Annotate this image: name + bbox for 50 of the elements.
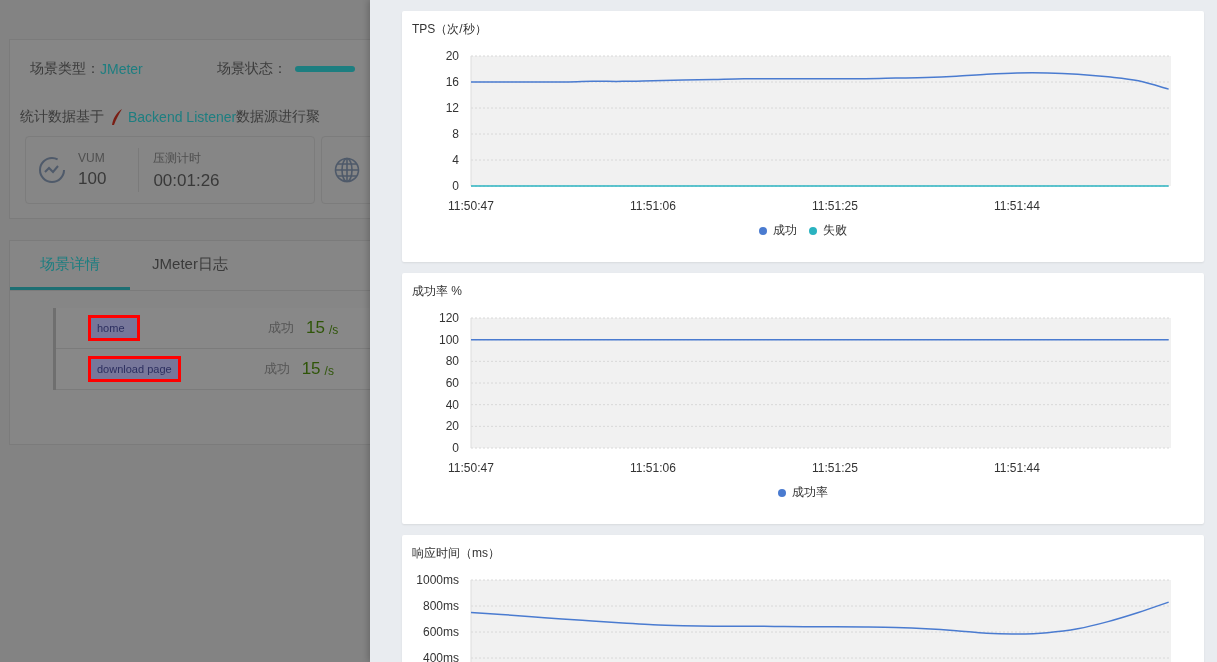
x-tick-label: 11:51:25 [812, 199, 858, 213]
y-tick-label: 120 [438, 311, 459, 325]
rate-unit: /s [328, 323, 339, 337]
y-tick-label: 800ms [422, 599, 459, 613]
y-tick-label: 600ms [422, 625, 459, 639]
status-bar [294, 66, 355, 72]
y-tick-label: 0 [452, 179, 459, 193]
legend-label: 成功率 [792, 484, 828, 501]
source-text: 数据源进行聚 [236, 108, 321, 126]
y-tick-label: 0 [452, 441, 459, 455]
x-tick-label: 11:51:44 [994, 199, 1040, 213]
request-rate: 15 [301, 359, 321, 379]
source-text: 统计数据基于 [20, 108, 104, 126]
y-tick-label: 60 [445, 376, 459, 390]
legend-label: 成功 [773, 222, 797, 239]
y-tick-label: 16 [445, 75, 459, 89]
x-tick-label: 11:51:06 [630, 199, 676, 213]
type-label: 场景类型： [30, 60, 100, 78]
x-tick-label: 11:51:25 [812, 461, 858, 475]
request-name: home [88, 315, 140, 341]
y-tick-label: 400ms [422, 651, 459, 662]
chart-title: 响应时间（ms） [411, 545, 501, 562]
rate-unit: /s [324, 364, 334, 378]
x-tick-label: 11:50:47 [448, 199, 494, 213]
y-tick-label: 20 [445, 49, 459, 63]
stat-value: 100 [78, 169, 107, 189]
y-tick-label: 12 [445, 101, 459, 115]
stat-value: 00:01:26 [153, 170, 220, 191]
chart-circle-icon [38, 156, 66, 184]
y-tick-label: 8 [452, 127, 459, 141]
legend-label: 失败 [823, 222, 847, 239]
globe-icon [334, 157, 360, 183]
request-name: download page [88, 356, 181, 382]
source-link[interactable]: Backend Listener [128, 109, 237, 125]
x-tick-label: 11:51:44 [994, 461, 1040, 475]
chart-title: 成功率 % [411, 283, 463, 300]
y-tick-label: 100 [438, 332, 459, 347]
x-tick-label: 11:51:06 [630, 461, 676, 475]
y-tick-label: 40 [445, 397, 459, 412]
status-label: 场景状态： [216, 60, 287, 78]
type-value: JMeter [100, 61, 143, 77]
y-tick-label: 20 [445, 419, 459, 434]
y-tick-label: 1000ms [416, 573, 459, 587]
y-tick-label: 80 [445, 354, 459, 369]
y-tick-label: 4 [452, 153, 459, 167]
request-rate: 15 [306, 318, 325, 338]
x-tick-label: 11:50:47 [448, 461, 494, 475]
tab[interactable]: 场景详情 [10, 241, 130, 290]
tab[interactable]: JMeter日志 [130, 241, 250, 290]
chart-title: TPS（次/秒） [411, 21, 488, 38]
